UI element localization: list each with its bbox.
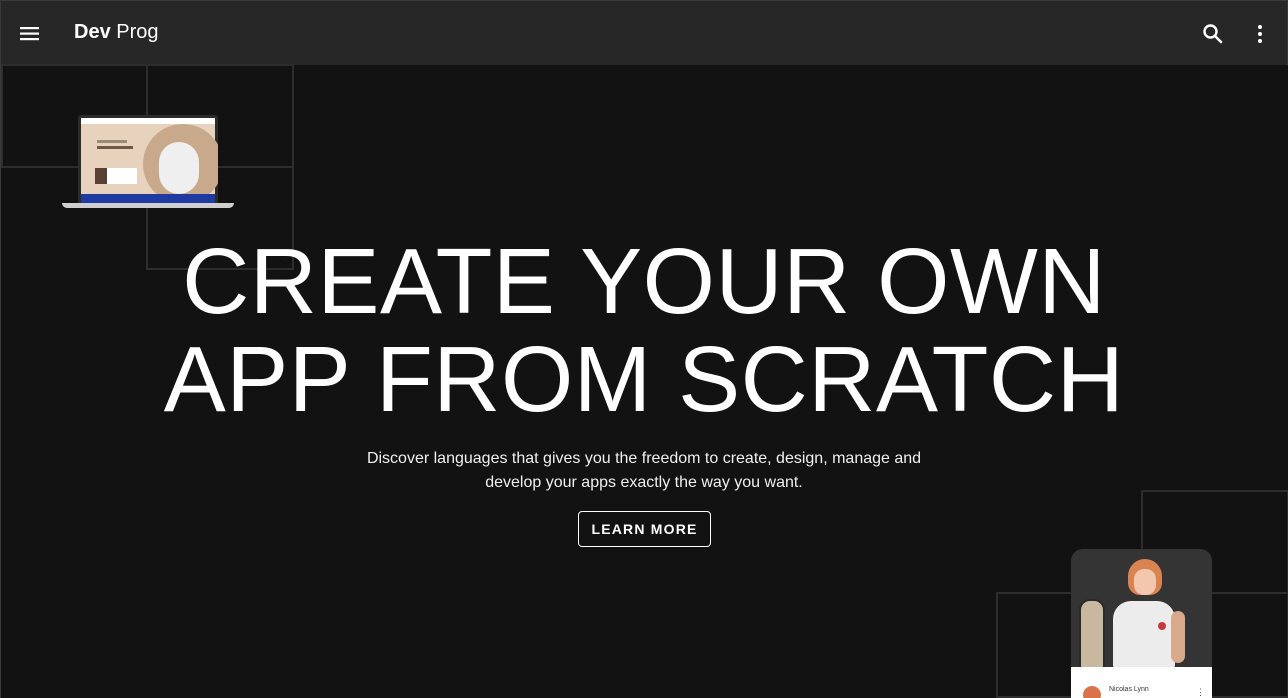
- laptop-page-preview: [81, 118, 218, 204]
- hero-subtitle-line: Discover languages that gives you the fr…: [366, 450, 922, 467]
- brand-title-rest: Prog: [116, 21, 159, 43]
- hero-subtitle-line: develop your apps exactly the way you wa…: [485, 474, 803, 491]
- app-bar: Dev Prog: [0, 0, 1288, 65]
- more-options-button[interactable]: [1247, 21, 1273, 47]
- hero-headline-line: APP FROM SCRATCH: [163, 327, 1125, 431]
- more-vert-icon: [1258, 25, 1262, 43]
- search-button[interactable]: [1200, 21, 1226, 47]
- brand-title[interactable]: Dev Prog: [74, 21, 159, 44]
- hero-subtitle: Discover languages that gives you the fr…: [0, 447, 1288, 495]
- hero-headline: CREATE YOUR OWN APP FROM SCRATCH: [0, 232, 1288, 428]
- menu-button[interactable]: [15, 19, 45, 49]
- brand-title-bold: Dev: [74, 21, 111, 43]
- laptop-base: [62, 203, 234, 208]
- laptop-screen: [78, 115, 218, 205]
- avatar: [1083, 686, 1101, 698]
- more-vert-icon: ⋮: [1196, 687, 1205, 697]
- learn-more-button[interactable]: LEARN MORE: [578, 511, 711, 547]
- hero-headline-line: CREATE YOUR OWN: [182, 229, 1106, 333]
- menu-icon: [20, 27, 39, 41]
- search-icon: [1203, 24, 1223, 44]
- laptop-mockup-image: [62, 115, 234, 211]
- phone-mockup-image: Nicolas Lynn ⋮: [1071, 549, 1212, 698]
- profile-name: Nicolas Lynn: [1109, 686, 1149, 693]
